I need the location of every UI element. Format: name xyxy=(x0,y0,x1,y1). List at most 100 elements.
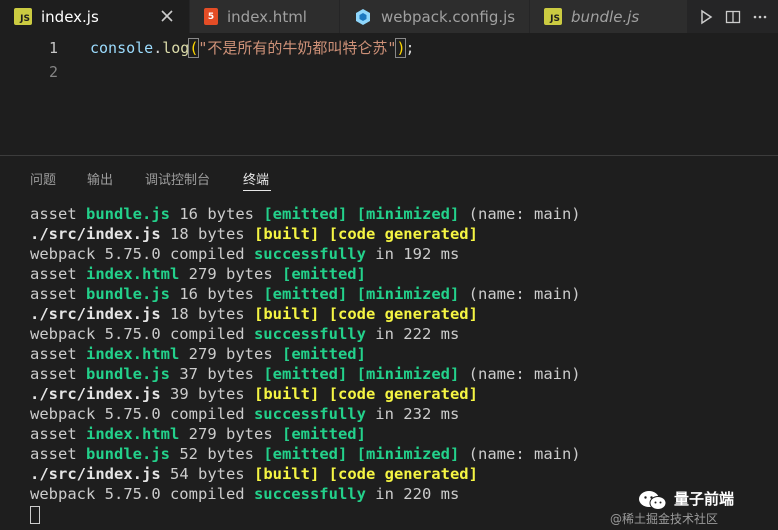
terminal-line: webpack 5.75.0 compiled successfully in … xyxy=(30,244,770,264)
code-line: 2 xyxy=(0,60,778,84)
terminal-text: [code generated] xyxy=(328,465,478,483)
terminal-text: 16 bytes xyxy=(170,205,264,223)
terminal-line: asset index.html 279 bytes [emitted] xyxy=(30,264,770,284)
terminal-cursor xyxy=(30,505,40,524)
terminal-text: webpack 5.75.0 compiled xyxy=(30,485,254,503)
terminal-output[interactable]: asset bundle.js 16 bytes [emitted] [mini… xyxy=(30,204,770,530)
tab-label: bundle.js xyxy=(571,7,640,26)
terminal-text: webpack 5.75.0 compiled xyxy=(30,325,254,343)
panel-tab-bar: 问题 输出 调试控制台 终端 xyxy=(0,156,778,200)
code-token: "不是所有的牛奶都叫特仑苏" xyxy=(198,39,397,57)
terminal-line: asset bundle.js 37 bytes [emitted] [mini… xyxy=(30,364,770,384)
terminal-text: [emitted] xyxy=(281,265,366,283)
watermark-title: 量子前端 xyxy=(674,490,735,508)
terminal-text: successfully xyxy=(253,405,366,423)
terminal-text: 37 bytes xyxy=(170,365,264,383)
code-token: . xyxy=(153,39,163,57)
terminal-text: bundle.js xyxy=(86,205,170,223)
terminal-text: 279 bytes xyxy=(179,265,282,283)
editor-actions xyxy=(688,0,778,33)
tab-webpack-config-js[interactable]: webpack.config.js xyxy=(340,0,530,33)
terminal-text: [code generated] xyxy=(328,305,478,323)
terminal-text: webpack 5.75.0 compiled xyxy=(30,405,254,423)
terminal-text: [minimized] xyxy=(356,285,460,303)
terminal-line: ./src/index.js 39 bytes [built] [code ge… xyxy=(30,384,770,404)
terminal-text: 52 bytes xyxy=(170,445,264,463)
terminal-text: ./src/index.js xyxy=(30,305,161,323)
terminal-text: asset xyxy=(30,365,86,383)
tab-terminal[interactable]: 终端 xyxy=(243,169,269,188)
tab-label: webpack.config.js xyxy=(381,7,516,26)
terminal-text: index.html xyxy=(86,425,180,443)
html-file-icon: 5 xyxy=(204,8,218,25)
code-token: console xyxy=(90,39,154,57)
code-editor[interactable]: 1 console.log("不是所有的牛奶都叫特仑苏"); 2 xyxy=(0,33,778,155)
tab-problems[interactable]: 问题 xyxy=(30,169,56,188)
terminal-text: [built] xyxy=(253,225,320,243)
terminal-text: [minimized] xyxy=(356,365,460,383)
terminal-text: [emitted] xyxy=(263,205,348,223)
terminal-text: 54 bytes xyxy=(160,465,254,483)
terminal-text: [emitted] xyxy=(263,445,348,463)
javascript-file-icon: JS xyxy=(14,8,32,25)
terminal-text: [emitted] xyxy=(263,285,348,303)
terminal-text: ./src/index.js xyxy=(30,225,161,243)
code-content: console.log("不是所有的牛奶都叫特仑苏"); xyxy=(90,36,415,60)
more-icon[interactable] xyxy=(750,7,770,27)
code-line: 1 console.log("不是所有的牛奶都叫特仑苏"); xyxy=(0,36,778,60)
terminal-text: 16 bytes xyxy=(170,285,264,303)
tab-index-js[interactable]: JS index.js xyxy=(0,0,190,33)
editor-tab-bar: JS index.js 5 index.html webpack.config.… xyxy=(0,0,778,33)
watermark-subtitle: @稀土掘金技术社区 xyxy=(610,512,719,526)
close-icon[interactable] xyxy=(159,8,175,24)
terminal-line: asset bundle.js 16 bytes [emitted] [mini… xyxy=(30,284,770,304)
active-tab-indicator xyxy=(243,190,271,191)
terminal-line: webpack 5.75.0 compiled successfully in … xyxy=(30,324,770,344)
webpack-icon xyxy=(354,8,372,26)
terminal-text: (name: main) xyxy=(459,365,581,383)
line-number: 1 xyxy=(48,39,58,57)
terminal-text: [minimized] xyxy=(356,445,460,463)
terminal-text: (name: main) xyxy=(459,205,581,223)
terminal-line: ./src/index.js 54 bytes [built] [code ge… xyxy=(30,464,770,484)
terminal-text: index.html xyxy=(86,345,180,363)
terminal-text: in 220 ms xyxy=(365,485,460,503)
terminal-text: ./src/index.js xyxy=(30,385,161,403)
terminal-text: (name: main) xyxy=(459,285,581,303)
terminal-line: asset bundle.js 16 bytes [emitted] [mini… xyxy=(30,204,770,224)
tab-label: index.html xyxy=(227,7,307,26)
terminal-text: bundle.js xyxy=(86,285,170,303)
terminal-text: 279 bytes xyxy=(179,345,282,363)
tab-label: index.js xyxy=(41,7,99,26)
tab-debug-console[interactable]: 调试控制台 xyxy=(145,169,210,188)
terminal-text: [emitted] xyxy=(281,345,366,363)
terminal-text: [built] xyxy=(253,385,320,403)
terminal-text: in 232 ms xyxy=(365,405,460,423)
line-number: 2 xyxy=(48,63,58,81)
terminal-text: ./src/index.js xyxy=(30,465,161,483)
terminal-text: 39 bytes xyxy=(160,385,254,403)
code-token: log xyxy=(162,39,190,57)
terminal-text: [emitted] xyxy=(281,425,366,443)
run-icon[interactable] xyxy=(696,7,716,27)
tab-bundle-js[interactable]: JS bundle.js xyxy=(530,0,688,33)
terminal-text: 18 bytes xyxy=(160,225,254,243)
terminal-line: asset index.html 279 bytes [emitted] xyxy=(30,424,770,444)
wechat-icon xyxy=(638,490,668,512)
terminal-text: webpack 5.75.0 compiled xyxy=(30,245,254,263)
tab-index-html[interactable]: 5 index.html xyxy=(190,0,340,33)
split-editor-icon[interactable] xyxy=(723,7,743,27)
terminal-line: webpack 5.75.0 compiled successfully in … xyxy=(30,404,770,424)
terminal-text: [built] xyxy=(253,305,320,323)
terminal-text: 18 bytes xyxy=(160,305,254,323)
tab-output[interactable]: 输出 xyxy=(87,169,113,188)
terminal-text: [code generated] xyxy=(328,385,478,403)
terminal-text: asset xyxy=(30,205,86,223)
terminal-text: [code generated] xyxy=(328,225,478,243)
terminal-text: bundle.js xyxy=(86,445,170,463)
